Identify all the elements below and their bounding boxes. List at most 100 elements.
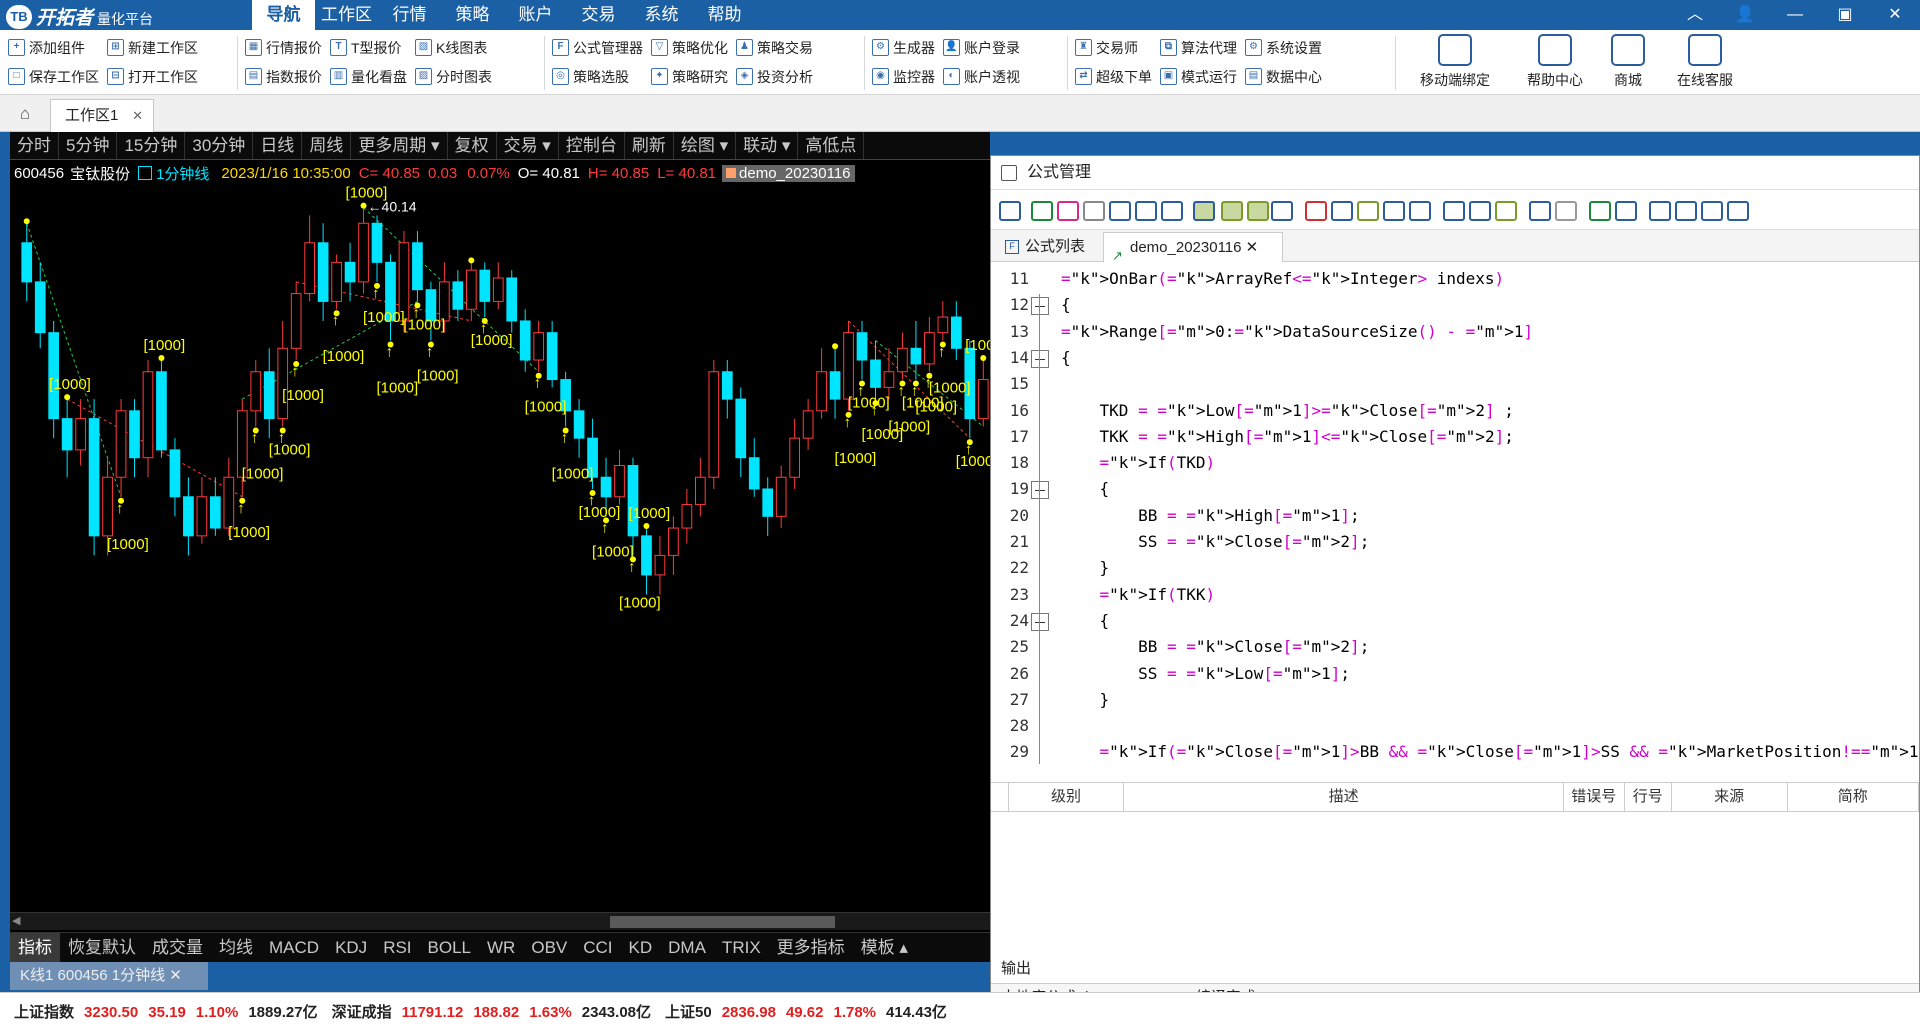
big-button-1[interactable]: 帮助中心	[1510, 34, 1600, 90]
toolbar-button-2-0[interactable]: F 公式管理器	[552, 33, 643, 62]
toolbar-button-1-0[interactable]: ▦ 行情报价	[245, 33, 322, 62]
disable-icon[interactable]	[1555, 201, 1577, 221]
toolbar-button-0-1[interactable]: □ 保存工作区	[8, 62, 99, 91]
fold-toggle-icon[interactable]	[1031, 297, 1049, 316]
toolbar-button-2-4[interactable]: ♟ 策略交易	[736, 33, 813, 62]
toolbar-button-3-0[interactable]: ⚙ 生成器	[872, 33, 935, 62]
toolbar-button-4-3[interactable]: ▣ 模式运行	[1160, 62, 1237, 91]
big-button-0[interactable]: 移动端绑定	[1410, 34, 1500, 90]
fold-toggle-icon[interactable]	[1031, 481, 1049, 500]
scroll-thumb[interactable]	[610, 916, 835, 928]
toolbar-button-3-3[interactable]: ◐ 账户透视	[943, 62, 1020, 91]
indicator-15[interactable]: 模板 ▴	[853, 933, 916, 962]
menu-item-0[interactable]: 导航	[252, 0, 315, 30]
period-9[interactable]: 控制台	[559, 132, 625, 159]
period-11[interactable]: 绘图 ▾	[674, 132, 737, 159]
indicator-5[interactable]: KDJ	[327, 933, 375, 962]
search-icon[interactable]	[1675, 201, 1697, 221]
ticker-item[interactable]: 上证指数 3230.50 35.19 1.10% 1889.27亿	[14, 1001, 318, 1022]
new-function-icon[interactable]	[1031, 201, 1053, 221]
close-icon[interactable]: ✕	[1870, 0, 1920, 30]
toolbar-button-2-2[interactable]: ▽ 策略优化	[651, 33, 728, 62]
grid-column-5[interactable]: 简称	[1788, 783, 1919, 811]
indicator-9[interactable]: OBV	[523, 933, 575, 962]
period-10[interactable]: 刷新	[625, 132, 674, 159]
toolbar-button-1-4[interactable]: ▧ K线图表	[415, 33, 492, 62]
grid-c-icon[interactable]	[1495, 201, 1517, 221]
undo-icon[interactable]	[1383, 201, 1405, 221]
toolbar-button-4-5[interactable]: ▤ 数据中心	[1245, 62, 1322, 91]
period-13[interactable]: 高低点	[798, 132, 865, 159]
toolbar-button-4-1[interactable]: ⇄ 超级下单	[1075, 62, 1152, 91]
toolbar-button-3-2[interactable]: 👤 账户登录	[943, 33, 1020, 62]
menu-item-6[interactable]: 系统	[630, 0, 693, 30]
import-icon[interactable]	[1109, 201, 1131, 221]
scroll-left-icon[interactable]: ◀	[12, 914, 20, 927]
period-0[interactable]: 分时	[10, 132, 59, 159]
tab-output[interactable]: 输出	[1001, 954, 1041, 984]
fold-toggle-icon[interactable]	[1031, 612, 1049, 631]
tab-workspace1[interactable]: 工作区1 ✕	[50, 99, 154, 132]
toolbar-button-1-5[interactable]: ▨ 分时图表	[415, 62, 492, 91]
close-icon[interactable]: ✕	[132, 100, 143, 131]
find-icon[interactable]	[1271, 201, 1293, 221]
period-4[interactable]: 日线	[253, 132, 303, 159]
redo-icon[interactable]	[1409, 201, 1431, 221]
candlestick-chart[interactable]: ←40.14[1000]↑[1000][1000]↑[1000]↑[1000]↑…	[10, 184, 990, 910]
grid-column-4[interactable]: 来源	[1672, 783, 1788, 811]
toolbar-button-4-4[interactable]: ⚙ 系统设置	[1245, 33, 1322, 62]
toolbar-button-0-2[interactable]: ⊞ 新建工作区	[107, 33, 198, 62]
open-folder-icon[interactable]	[1083, 201, 1105, 221]
chart-bottom-tab[interactable]: K线1 600456 1分钟线 ✕	[10, 962, 208, 990]
grid-column-0[interactable]: 级别	[1009, 783, 1125, 811]
formula-tag[interactable]: demo_20230116	[722, 164, 855, 182]
grid-b-icon[interactable]	[1469, 201, 1491, 221]
grid-column-1[interactable]: 描述	[1124, 783, 1564, 811]
ticker-item[interactable]: 上证50 2836.98 49.62 1.78% 414.43亿	[665, 1001, 947, 1022]
chart-scrollbar[interactable]: ◀	[10, 912, 990, 930]
compile-icon[interactable]	[1649, 201, 1671, 221]
toolbar-button-4-0[interactable]: ♜ 交易师	[1075, 33, 1152, 62]
share-icon[interactable]	[1615, 201, 1637, 221]
toolbar-button-0-0[interactable]: + 添加组件	[8, 33, 99, 62]
tab-formula-list[interactable]: F 公式列表	[999, 232, 1099, 262]
indicator-3[interactable]: 均线	[211, 933, 261, 962]
list-icon[interactable]	[1247, 201, 1269, 221]
period-2[interactable]: 15分钟	[117, 132, 186, 159]
grid-a-icon[interactable]	[1443, 201, 1465, 221]
toolbar-button-2-3[interactable]: ✦ 策略研究	[651, 62, 728, 91]
indicator-13[interactable]: TRIX	[714, 933, 769, 962]
indicator-12[interactable]: DMA	[660, 933, 714, 962]
period-7[interactable]: 复权	[448, 132, 497, 159]
big-button-2[interactable]: 商城	[1598, 34, 1658, 90]
window-icon[interactable]	[1701, 201, 1723, 221]
layout-icon[interactable]	[1193, 201, 1215, 221]
toolbar-button-1-1[interactable]: ▤ 指数报价	[245, 62, 322, 91]
tree-icon[interactable]	[1221, 201, 1243, 221]
cut-icon[interactable]	[1305, 201, 1327, 221]
menu-item-2[interactable]: 行情	[378, 0, 441, 30]
copy-icon[interactable]	[1331, 201, 1353, 221]
grid-column-2[interactable]: 错误号	[1564, 783, 1625, 811]
indicator-4[interactable]: MACD	[261, 933, 327, 962]
menu-item-3[interactable]: 策略	[441, 0, 504, 30]
period-8[interactable]: 交易 ▾	[497, 132, 559, 159]
indicator-10[interactable]: CCI	[575, 933, 620, 962]
period-12[interactable]: 联动 ▾	[736, 132, 799, 159]
indicator-1[interactable]: 恢复默认	[60, 933, 144, 962]
toolbar-button-3-1[interactable]: ◉ 监控器	[872, 62, 935, 91]
ticker-item[interactable]: 深证成指 11791.12 188.82 1.63% 2343.08亿	[332, 1001, 651, 1022]
collapse-icon[interactable]: ︿	[1670, 0, 1720, 30]
home-icon[interactable]: ⌂	[10, 101, 40, 127]
indicator-14[interactable]: 更多指标	[769, 933, 853, 962]
new-strategy-icon[interactable]	[1057, 201, 1079, 221]
indicator-11[interactable]: KD	[621, 933, 661, 962]
period-5[interactable]: 周线	[302, 132, 352, 159]
toolbar-button-2-5[interactable]: ◈ 投资分析	[736, 62, 813, 91]
menu-item-5[interactable]: 交易	[567, 0, 630, 30]
user-icon[interactable]: 👤	[1720, 0, 1770, 30]
toolbar-button-1-2[interactable]: T T型报价	[330, 33, 407, 62]
toolbar-button-2-1[interactable]: ◎ 策略选股	[552, 62, 643, 91]
paste-icon[interactable]	[1357, 201, 1379, 221]
menu-item-4[interactable]: 账户	[504, 0, 567, 30]
